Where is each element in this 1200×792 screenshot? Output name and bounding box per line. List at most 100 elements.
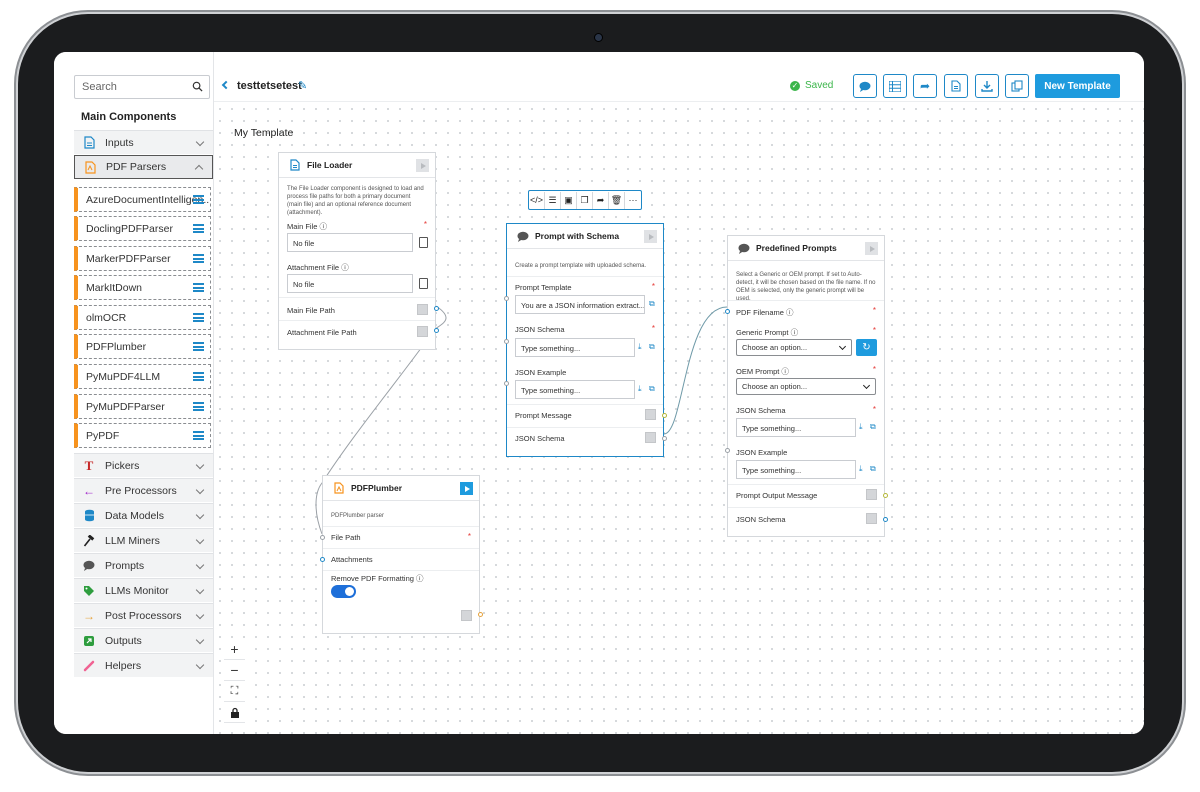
more-icon[interactable]: ··· (625, 192, 641, 209)
arrow-left-icon: ← (83, 483, 95, 498)
component-marker[interactable]: MarkerPDFParser (74, 246, 211, 271)
category-pickers[interactable]: T Pickers (74, 453, 213, 477)
share-icon[interactable]: ➦ (593, 191, 609, 209)
external-link-icon[interactable]: ⧉ (870, 422, 876, 432)
upload-icon[interactable]: ⤓ (859, 464, 863, 474)
run-button[interactable] (644, 230, 657, 243)
copy-icon[interactable]: ❐ (577, 191, 593, 209)
drag-handle-icon[interactable] (193, 372, 204, 381)
component-docling[interactable]: DoclingPDFParser (74, 216, 211, 241)
category-outputs[interactable]: Outputs (74, 628, 213, 652)
edit-icon[interactable]: ✎ (298, 79, 307, 92)
lock-button[interactable] (224, 702, 245, 723)
prompt-template-port[interactable] (504, 296, 509, 301)
category-llms-monitor[interactable]: LLMs Monitor (74, 578, 213, 602)
json-example-port[interactable] (725, 448, 730, 453)
file-path-port[interactable] (320, 535, 325, 540)
drag-handle-icon[interactable] (193, 224, 204, 233)
json-example-input[interactable]: Type something... (736, 460, 856, 479)
refresh-button[interactable]: ↻ (856, 339, 877, 356)
run-button[interactable] (460, 482, 473, 495)
prompt-output-port[interactable] (883, 493, 888, 498)
drag-handle-icon[interactable] (193, 431, 204, 440)
code-icon[interactable]: </> (529, 191, 545, 209)
component-pymupdfparser[interactable]: PyMuPDFParser (74, 394, 211, 419)
run-button[interactable] (865, 242, 878, 255)
component-azure[interactable]: AzureDocumentIntelligen... (74, 187, 211, 212)
component-pdfplumber[interactable]: PDFPlumber (74, 334, 211, 359)
component-pypdf[interactable]: PyPDF (74, 423, 211, 448)
external-link-icon[interactable]: ⧉ (649, 342, 655, 352)
parsed-output-port[interactable] (478, 612, 483, 617)
component-olmocr[interactable]: olmOCR (74, 305, 211, 330)
node-pdfplumber[interactable]: PDFPlumber PDFPlumber parser File Path *… (320, 475, 483, 634)
generic-prompt-select[interactable]: Choose an option... (736, 339, 852, 356)
component-markitdown[interactable]: MarkItDown (74, 275, 211, 300)
drag-handle-icon[interactable] (193, 283, 204, 292)
upload-icon[interactable]: ⤓ (859, 422, 863, 432)
copy-button[interactable] (1005, 74, 1029, 98)
main-file-field[interactable]: No file (287, 233, 413, 252)
pdf-icon (333, 482, 345, 494)
node-predefined-prompts[interactable]: Predefined Prompts Select a Generic or O… (725, 235, 888, 537)
remove-formatting-toggle[interactable] (331, 585, 356, 598)
json-example-input[interactable]: Type something... (515, 380, 635, 399)
json-schema-input[interactable]: Type something... (515, 338, 635, 357)
document-button[interactable] (944, 74, 968, 98)
external-link-icon[interactable]: ⧉ (870, 464, 876, 474)
category-pre-processors[interactable]: ← Pre Processors (74, 478, 213, 502)
chat-button[interactable] (853, 74, 877, 98)
new-template-button[interactable]: New Template (1035, 74, 1120, 98)
drag-handle-icon[interactable] (193, 402, 204, 411)
zoom-out-button[interactable]: − (224, 660, 245, 681)
drag-handle-icon[interactable] (193, 195, 204, 204)
document-icon (289, 159, 301, 171)
drag-handle-icon[interactable] (193, 254, 204, 263)
search-input[interactable]: Search (74, 75, 210, 99)
category-post-processors[interactable]: → Post Processors (74, 603, 213, 627)
category-llm-miners[interactable]: LLM Miners (74, 528, 213, 552)
prompt-message-port[interactable] (662, 413, 667, 418)
main-file-path-port[interactable] (434, 306, 439, 311)
file-upload-icon[interactable] (419, 278, 428, 289)
file-upload-icon[interactable] (419, 237, 428, 248)
json-example-port[interactable] (504, 381, 509, 386)
save-icon[interactable]: ▣ (561, 191, 577, 209)
drag-handle-icon[interactable] (193, 313, 204, 322)
prompt-template-field[interactable]: You are a JSON information extract... (515, 295, 645, 314)
category-helpers[interactable]: Helpers (74, 653, 213, 677)
component-pymupdf4llm[interactable]: PyMuPDF4LLM (74, 364, 211, 389)
upload-icon[interactable]: ⤓ (638, 384, 642, 394)
attachment-file-field[interactable]: No file (287, 274, 413, 293)
upload-icon[interactable]: ⤓ (638, 342, 642, 352)
fit-view-button[interactable]: ⛶ (224, 681, 245, 702)
category-prompts[interactable]: Prompts (74, 553, 213, 577)
json-schema-input[interactable]: Type something... (736, 418, 856, 437)
node-prompt-with-schema[interactable]: Prompt with Schema Create a prompt templ… (504, 223, 667, 457)
node-file-loader[interactable]: File Loader The File Loader component is… (278, 152, 439, 350)
sliders-icon[interactable]: ☰ (545, 191, 561, 209)
json-schema-out-port[interactable] (883, 517, 888, 522)
app-screen: Search Main Components Inputs PDF Parser… (54, 52, 1144, 734)
category-inputs[interactable]: Inputs (74, 130, 213, 154)
json-schema-port[interactable] (504, 339, 509, 344)
external-link-icon[interactable]: ⧉ (649, 384, 655, 394)
attachment-path-port[interactable] (434, 328, 439, 333)
oem-prompt-select[interactable]: Choose an option... (736, 378, 876, 395)
run-button[interactable] (416, 159, 429, 172)
attachments-port[interactable] (320, 557, 325, 562)
share-button[interactable]: ➦ (913, 74, 937, 98)
list-button[interactable] (883, 74, 907, 98)
download-button[interactable] (975, 74, 999, 98)
back-icon[interactable] (221, 80, 231, 90)
category-pdf-parsers[interactable]: PDF Parsers (74, 155, 213, 179)
document-icon (82, 136, 96, 150)
category-data-models[interactable]: Data Models (74, 503, 213, 527)
json-schema-out-port[interactable] (662, 436, 667, 441)
pdf-filename-port[interactable] (725, 309, 730, 314)
trash-icon[interactable]: 🗑 (609, 191, 625, 209)
external-link-icon[interactable]: ⧉ (649, 299, 655, 309)
zoom-in-button[interactable]: + (224, 639, 245, 660)
flow-canvas[interactable]: My Template File Loader The File Loader … (214, 103, 1144, 734)
drag-handle-icon[interactable] (193, 342, 204, 351)
